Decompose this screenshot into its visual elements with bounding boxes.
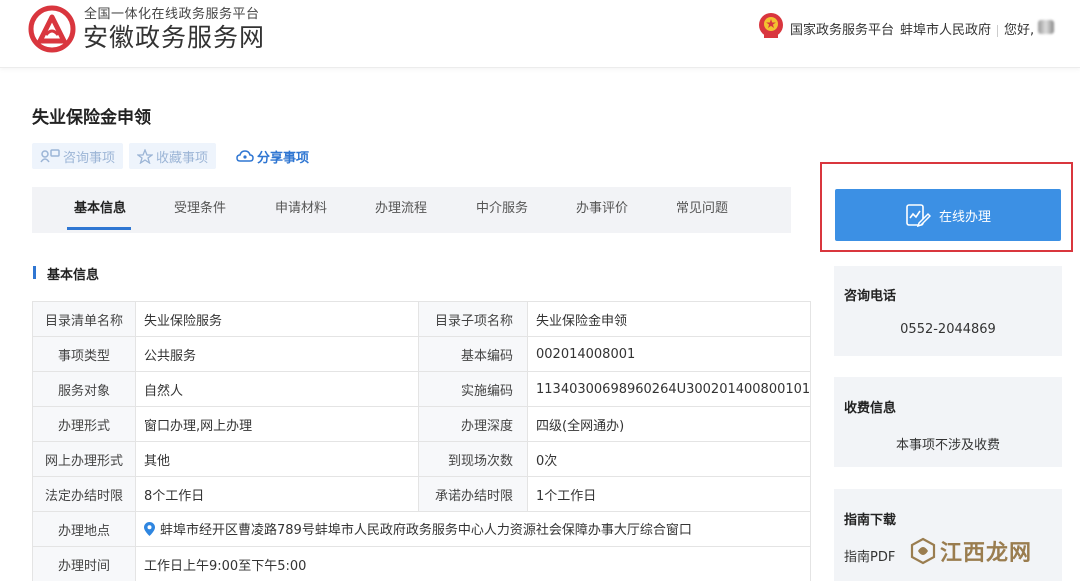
hours-value: 工作日上午9:00至下午5:00: [134, 546, 812, 581]
field-label: 基本编码: [418, 336, 528, 372]
divider: [997, 24, 999, 37]
table-row: 办理形式 窗口办理,网上办理 办理深度 四级(全网通办): [32, 406, 812, 442]
field-value: 自然人: [135, 371, 419, 407]
field-label: 服务对象: [32, 371, 136, 407]
consult-item-button[interactable]: 咨询事项: [32, 143, 124, 169]
phone-title: 咨询电话: [844, 289, 897, 304]
edit-document-icon: [906, 204, 931, 227]
consult-icon: [40, 149, 60, 163]
field-value: 8个工作日: [135, 476, 419, 512]
fee-info: 本事项不涉及收费: [895, 438, 1000, 453]
field-label: 目录子项名称: [418, 301, 528, 337]
table-row: 网上办理形式 其他 到现场次数 0次: [32, 441, 812, 477]
site-logo-icon[interactable]: [28, 5, 76, 53]
online-processing-button[interactable]: 在线办理: [835, 189, 1061, 241]
link-national-platform[interactable]: 国家政务服务平台: [790, 23, 894, 38]
field-value: 失业保险金申领: [526, 301, 812, 337]
table-row: 目录清单名称 失业保险服务 目录子项名称 失业保险金申领: [32, 301, 812, 337]
share-label: 分享事项: [257, 150, 310, 166]
active-tab-indicator: [67, 227, 131, 230]
field-value: 002014008001: [526, 336, 812, 372]
favorite-label: 收藏事项: [156, 150, 209, 166]
favorite-item-button[interactable]: 收藏事项: [129, 143, 217, 169]
logo-title[interactable]: 安徽政务服务网: [83, 18, 265, 54]
field-value: 公共服务: [135, 336, 419, 372]
address-value: 蚌埠市经开区曹凌路789号蚌埠市人民政府政务服务中心人力资源社会保障办事大厅综合…: [134, 511, 812, 547]
star-icon: [137, 148, 153, 164]
field-value: 11340300698960264U300201400800101: [526, 371, 812, 407]
consult-label: 咨询事项: [63, 150, 116, 166]
field-value: 0次: [526, 441, 812, 477]
table-row: 服务对象 自然人 实施编码 11340300698960264U30020140…: [32, 371, 812, 407]
link-bengbu-government[interactable]: 蚌埠市人民政府: [900, 23, 991, 38]
user-name-blurred[interactable]: [1038, 20, 1054, 34]
top-links: 国家政务服务平台 蚌埠市人民政府 您好,: [790, 19, 1040, 38]
watermark-logo-icon: [910, 537, 936, 565]
field-label: 目录清单名称: [32, 301, 136, 337]
field-label: 办理深度: [418, 406, 528, 442]
national-emblem-icon: [758, 12, 784, 40]
tab-bar: 基本信息 受理条件 申请材料 办理流程 中介服务 办事评价 常见问题: [32, 187, 791, 233]
basic-info-table: 目录清单名称 失业保险服务 目录子项名称 失业保险金申领 事项类型 公共服务 基…: [32, 301, 812, 581]
field-value: 其他: [135, 441, 419, 477]
field-label: 办理形式: [32, 406, 136, 442]
table-row: 办理地点 蚌埠市经开区曹凌路789号蚌埠市人民政府政务服务中心人力资源社会保障办…: [32, 511, 812, 547]
field-label: 网上办理形式: [32, 441, 136, 477]
tab-application-materials[interactable]: 申请材料: [275, 187, 327, 233]
field-value: 失业保险服务: [135, 301, 419, 337]
tab-process-flow[interactable]: 办理流程: [375, 187, 427, 233]
table-row: 办理时间 工作日上午9:00至下午5:00: [32, 546, 812, 581]
table-row: 事项类型 公共服务 基本编码 002014008001: [32, 336, 812, 372]
table-row: 法定办结时限 8个工作日 承诺办结时限 1个工作日: [32, 476, 812, 512]
share-icon: [236, 150, 254, 162]
field-value: 窗口办理,网上办理: [135, 406, 419, 442]
section-title: 基本信息: [47, 268, 100, 283]
tab-faq[interactable]: 常见问题: [676, 187, 728, 233]
location-pin-icon: [144, 521, 155, 540]
tab-service-evaluation[interactable]: 办事评价: [576, 187, 628, 233]
watermark: 江西龙网: [910, 533, 1060, 569]
field-value: 四级(全网通办): [526, 406, 812, 442]
greeting-text: 您好,: [1004, 23, 1035, 38]
field-label: 事项类型: [32, 336, 136, 372]
fee-card: 收费信息 本事项不涉及收费: [834, 377, 1062, 467]
page-title: 失业保险金申领: [32, 108, 151, 128]
tab-acceptance-conditions[interactable]: 受理条件: [174, 187, 226, 233]
site-header: 全国一体化在线政务服务平台 安徽政务服务网 国家政务服务平台 蚌埠市人民政府 您好,: [0, 0, 1080, 68]
field-label: 承诺办结时限: [418, 476, 528, 512]
field-label: 到现场次数: [418, 441, 528, 477]
watermark-text: 江西龙网: [940, 541, 1033, 566]
field-label: 办理时间: [32, 546, 136, 581]
guide-pdf-link[interactable]: 指南PDF: [844, 546, 895, 565]
phone-card: 咨询电话 0552-2044869: [834, 266, 1062, 356]
share-item-button[interactable]: 分享事项: [228, 143, 317, 169]
online-processing-label: 在线办理: [938, 209, 991, 225]
tab-intermediary-services[interactable]: 中介服务: [476, 187, 528, 233]
guide-title: 指南下载: [844, 513, 897, 528]
field-label: 实施编码: [418, 371, 528, 407]
phone-number: 0552-2044869: [900, 322, 996, 337]
field-label: 办理地点: [32, 511, 136, 547]
section-marker: [33, 266, 36, 279]
address-text: 蚌埠市经开区曹凌路789号蚌埠市人民政府政务服务中心人力资源社会保障办事大厅综合…: [160, 522, 692, 538]
field-label: 法定办结时限: [32, 476, 136, 512]
field-value: 1个工作日: [526, 476, 812, 512]
fee-title: 收费信息: [844, 401, 897, 416]
